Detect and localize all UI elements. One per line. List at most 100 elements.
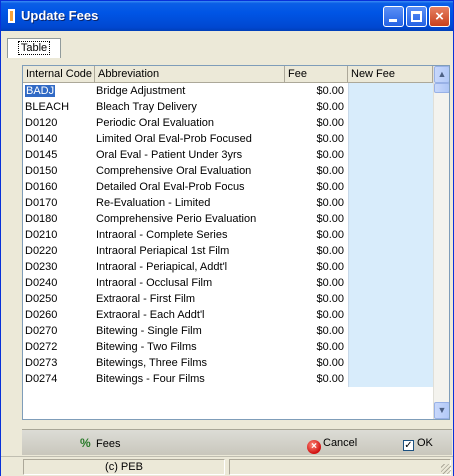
cell-new-fee[interactable]	[348, 275, 433, 291]
cell-fee[interactable]: $0.00	[285, 355, 347, 371]
cell-new-fee[interactable]	[348, 307, 433, 323]
table-row[interactable]: D0210 Intraoral - Complete Series $0.00	[23, 227, 433, 243]
cell-new-fee[interactable]	[348, 99, 433, 115]
cell-abbreviation[interactable]: Bleach Tray Delivery	[95, 99, 285, 115]
table-row[interactable]: D0145 Oral Eval - Patient Under 3yrs $0.00	[23, 147, 433, 163]
cell-abbreviation[interactable]: Periodic Oral Evaluation	[95, 115, 285, 131]
cell-abbreviation[interactable]: Comprehensive Oral Evaluation	[95, 163, 285, 179]
column-header-fee[interactable]: Fee	[285, 66, 348, 83]
resize-grip-icon[interactable]	[441, 464, 451, 474]
cell-new-fee[interactable]	[348, 163, 433, 179]
cell-internal-code[interactable]: D0230	[23, 259, 95, 275]
cell-abbreviation[interactable]: Intraoral - Periapical, Addt'l	[95, 259, 285, 275]
column-header-abbreviation[interactable]: Abbreviation	[95, 66, 285, 83]
cell-fee[interactable]: $0.00	[285, 227, 347, 243]
cell-new-fee[interactable]	[348, 291, 433, 307]
cell-new-fee[interactable]	[348, 195, 433, 211]
table-row[interactable]: D0140 Limited Oral Eval-Prob Focused $0.00	[23, 131, 433, 147]
cell-internal-code[interactable]: D0260	[23, 307, 95, 323]
cell-abbreviation[interactable]: Comprehensive Perio Evaluation	[95, 211, 285, 227]
cell-fee[interactable]: $0.00	[285, 243, 347, 259]
cell-abbreviation[interactable]: Extraoral - Each Addt'l	[95, 307, 285, 323]
cell-new-fee[interactable]	[348, 147, 433, 163]
scroll-thumb[interactable]	[434, 83, 449, 93]
table-row[interactable]: D0240 Intraoral - Occlusal Film $0.00	[23, 275, 433, 291]
table-row[interactable]: BLEACH Bleach Tray Delivery $0.00	[23, 99, 433, 115]
vertical-scrollbar[interactable]: ▲ ▼	[433, 66, 449, 419]
cell-fee[interactable]: $0.00	[285, 83, 347, 99]
cell-fee[interactable]: $0.00	[285, 147, 347, 163]
cell-new-fee[interactable]	[348, 323, 433, 339]
cell-abbreviation[interactable]: Intraoral - Complete Series	[95, 227, 285, 243]
cell-internal-code[interactable]: BLEACH	[23, 99, 95, 115]
ok-button[interactable]: ✓ OK	[403, 434, 433, 452]
cell-fee[interactable]: $0.00	[285, 307, 347, 323]
cell-internal-code[interactable]: D0160	[23, 179, 95, 195]
cell-fee[interactable]: $0.00	[285, 179, 347, 195]
table-row[interactable]: D0270 Bitewing - Single Film $0.00	[23, 323, 433, 339]
column-header-new-fee[interactable]: New Fee	[348, 66, 433, 83]
table-row[interactable]: D0120 Periodic Oral Evaluation $0.00	[23, 115, 433, 131]
cell-new-fee[interactable]	[348, 339, 433, 355]
cell-new-fee[interactable]	[348, 179, 433, 195]
fees-button[interactable]: % Fees	[80, 434, 120, 452]
table-row[interactable]: D0274 Bitewings - Four Films $0.00	[23, 371, 433, 387]
cell-new-fee[interactable]	[348, 211, 433, 227]
title-bar[interactable]: Update Fees ×	[1, 1, 453, 31]
cell-fee[interactable]: $0.00	[285, 323, 347, 339]
cell-internal-code[interactable]: D0145	[23, 147, 95, 163]
cell-fee[interactable]: $0.00	[285, 339, 347, 355]
cell-abbreviation[interactable]: Intraoral - Occlusal Film	[95, 275, 285, 291]
cell-internal-code[interactable]: BADJ	[23, 83, 95, 99]
cell-abbreviation[interactable]: Bitewing - Two Films	[95, 339, 285, 355]
cell-new-fee[interactable]	[348, 227, 433, 243]
table-row[interactable]: D0160 Detailed Oral Eval-Prob Focus $0.00	[23, 179, 433, 195]
cell-abbreviation[interactable]: Detailed Oral Eval-Prob Focus	[95, 179, 285, 195]
table-row[interactable]: BADJ Bridge Adjustment $0.00	[23, 83, 433, 99]
cell-abbreviation[interactable]: Limited Oral Eval-Prob Focused	[95, 131, 285, 147]
scroll-up-icon[interactable]: ▲	[434, 66, 449, 83]
cell-new-fee[interactable]	[348, 371, 433, 387]
cell-internal-code[interactable]: D0274	[23, 371, 95, 387]
cell-fee[interactable]: $0.00	[285, 259, 347, 275]
cell-abbreviation[interactable]: Oral Eval - Patient Under 3yrs	[95, 147, 285, 163]
cell-internal-code[interactable]: D0210	[23, 227, 95, 243]
column-header-internal-code[interactable]: Internal Code	[23, 66, 95, 83]
table-row[interactable]: D0272 Bitewing - Two Films $0.00	[23, 339, 433, 355]
cell-internal-code[interactable]: D0150	[23, 163, 95, 179]
cell-internal-code[interactable]: D0250	[23, 291, 95, 307]
table-row[interactable]: D0230 Intraoral - Periapical, Addt'l $0.00	[23, 259, 433, 275]
table-row[interactable]: D0170 Re-Evaluation - Limited $0.00	[23, 195, 433, 211]
close-button[interactable]: ×	[429, 6, 450, 27]
cancel-button[interactable]: × Cancel	[307, 434, 357, 454]
cell-abbreviation[interactable]: Bitewings - Four Films	[95, 371, 285, 387]
cell-fee[interactable]: $0.00	[285, 195, 347, 211]
cell-fee[interactable]: $0.00	[285, 371, 347, 387]
cell-internal-code[interactable]: D0180	[23, 211, 95, 227]
cell-abbreviation[interactable]: Intraoral Periapical 1st Film	[95, 243, 285, 259]
cell-fee[interactable]: $0.00	[285, 115, 347, 131]
cell-internal-code[interactable]: D0120	[23, 115, 95, 131]
minimize-button[interactable]	[383, 6, 404, 27]
cell-internal-code[interactable]: D0220	[23, 243, 95, 259]
cell-new-fee[interactable]	[348, 259, 433, 275]
table-row[interactable]: D0220 Intraoral Periapical 1st Film $0.00	[23, 243, 433, 259]
cell-fee[interactable]: $0.00	[285, 163, 347, 179]
cell-abbreviation[interactable]: Extraoral - First Film	[95, 291, 285, 307]
cell-abbreviation[interactable]: Bitewings, Three Films	[95, 355, 285, 371]
cell-new-fee[interactable]	[348, 355, 433, 371]
cell-abbreviation[interactable]: Bitewing - Single Film	[95, 323, 285, 339]
cell-internal-code[interactable]: D0272	[23, 339, 95, 355]
cell-fee[interactable]: $0.00	[285, 291, 347, 307]
cell-internal-code[interactable]: D0270	[23, 323, 95, 339]
cell-abbreviation[interactable]: Re-Evaluation - Limited	[95, 195, 285, 211]
table-row[interactable]: D0150 Comprehensive Oral Evaluation $0.00	[23, 163, 433, 179]
cell-new-fee[interactable]	[348, 243, 433, 259]
cell-fee[interactable]: $0.00	[285, 275, 347, 291]
cell-new-fee[interactable]	[348, 131, 433, 147]
cell-internal-code[interactable]: D0170	[23, 195, 95, 211]
cell-fee[interactable]: $0.00	[285, 99, 347, 115]
table-row[interactable]: D0180 Comprehensive Perio Evaluation $0.00	[23, 211, 433, 227]
scroll-down-icon[interactable]: ▼	[434, 402, 449, 419]
tab-table[interactable]: Table	[7, 38, 61, 58]
